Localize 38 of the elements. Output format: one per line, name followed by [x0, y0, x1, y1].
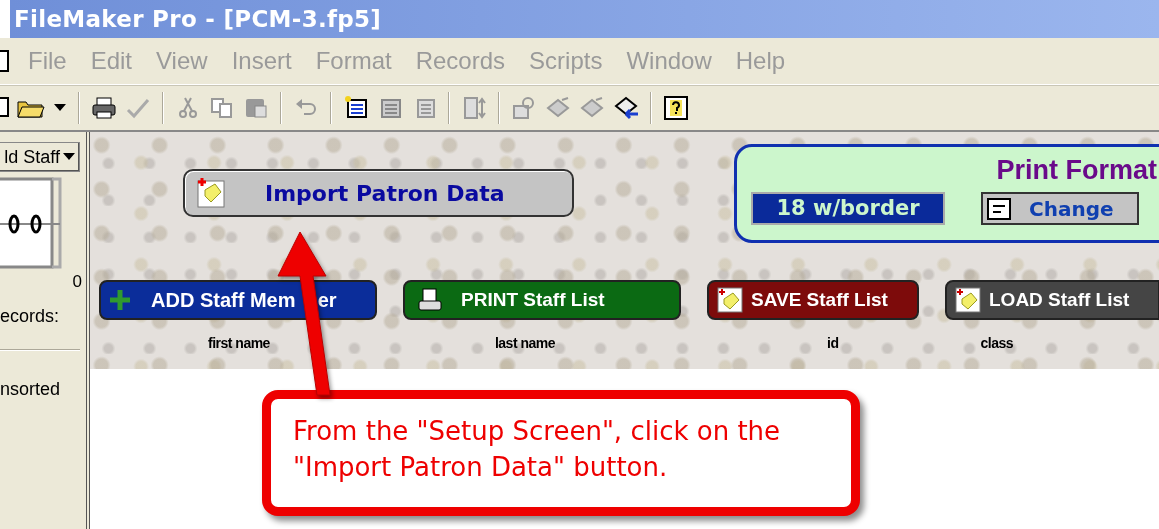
sort-status: nsorted: [0, 379, 62, 400]
note-icon: [955, 287, 981, 313]
help-icon[interactable]: [662, 94, 690, 122]
change-button[interactable]: Change: [981, 192, 1139, 225]
menu-item[interactable]: Window: [616, 47, 726, 75]
column-header: class: [980, 334, 1013, 351]
menu-item[interactable]: Edit: [80, 47, 147, 75]
menu-item[interactable]: Records: [405, 47, 520, 75]
printer-icon[interactable]: [90, 94, 118, 122]
list-icon: [987, 197, 1011, 220]
callout-text: From the "Setup Screen", click on the "Import Patron Data" button.: [293, 415, 782, 484]
menu-item[interactable]: Format: [305, 47, 406, 75]
column-header: last name: [494, 334, 555, 351]
menu-item[interactable]: Help: [725, 47, 800, 75]
note-icon: [717, 287, 743, 313]
add-staff-button[interactable]: ADD Staff Mem er: [99, 280, 377, 320]
column-header: first name: [208, 334, 270, 351]
panel-title: Print Format: [996, 155, 1157, 186]
menu-item[interactable]: Insert: [221, 47, 306, 75]
caret-icon[interactable]: [63, 153, 75, 161]
column-header: id: [827, 334, 839, 351]
menu-item[interactable]: File: [18, 47, 81, 75]
window-title: FileMaker Pro - [PCM-3.fp5]: [14, 6, 382, 32]
load-staff-button[interactable]: LOAD Staff List: [945, 280, 1159, 320]
printer-icon: [417, 288, 443, 312]
show-omitted-icon[interactable]: [612, 94, 640, 122]
print-format-field[interactable]: 18 w/border: [751, 192, 945, 225]
record-count: 0: [72, 272, 82, 292]
document-icon[interactable]: [0, 49, 10, 73]
import-button[interactable]: Import Patron Data: [183, 169, 574, 217]
save-staff-button[interactable]: SAVE Staff List: [707, 280, 919, 320]
plus-icon: [109, 289, 131, 311]
note-icon: [197, 178, 227, 208]
menu-item[interactable]: View: [146, 47, 222, 75]
menu-item[interactable]: Scripts: [519, 47, 617, 75]
records-label: ecords:: [0, 306, 61, 327]
layout-menu[interactable]: ld Staff: [0, 142, 80, 172]
print-staff-button[interactable]: PRINT Staff List: [403, 280, 681, 320]
